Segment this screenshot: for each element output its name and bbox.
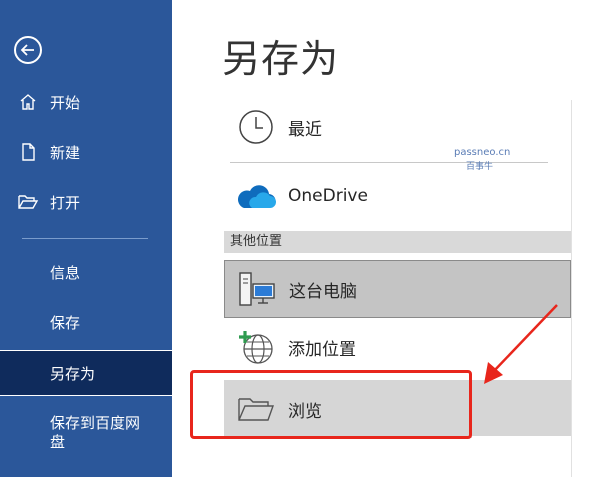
save-as-backstage: 开始 新建 打开 信息 保存 另存为 保存到百度网盘 另存为 最近 passne… bbox=[0, 0, 592, 477]
annotation-arrow-icon bbox=[484, 304, 558, 384]
